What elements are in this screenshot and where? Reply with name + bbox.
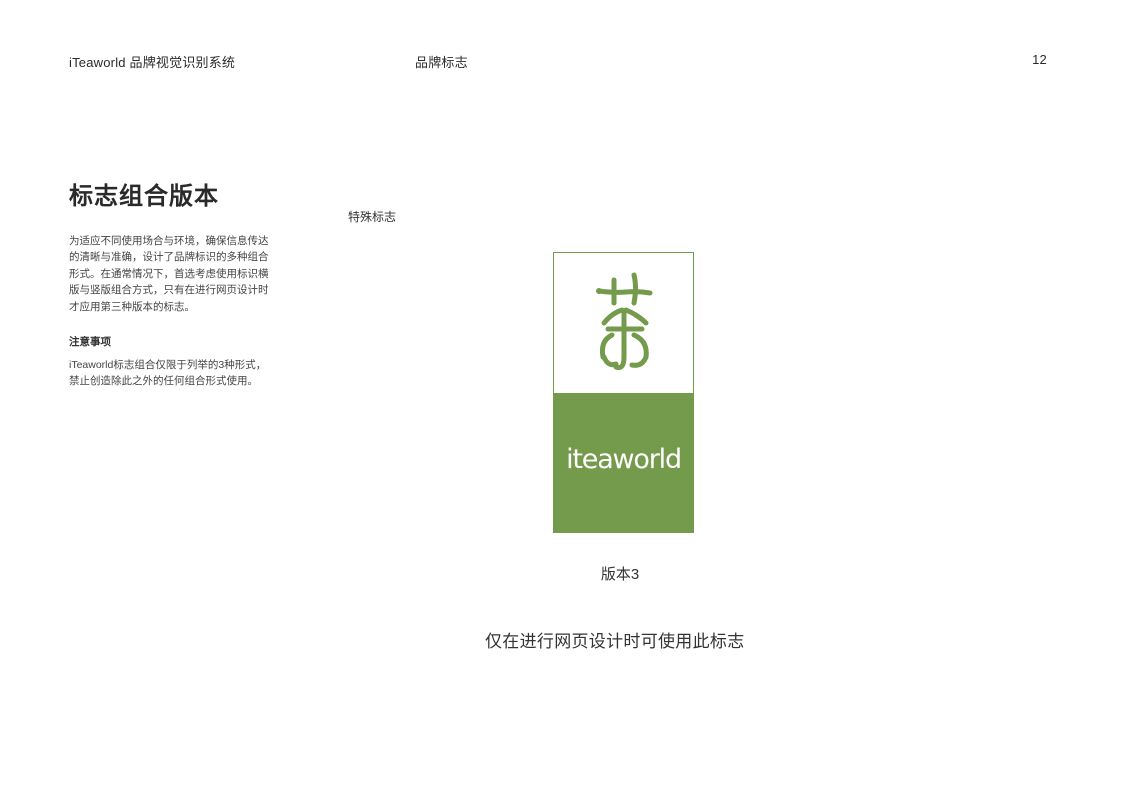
note-paragraph: iTeaworld标志组合仅限于列举的3种形式，禁止创造除此之外的任何组合形式使…	[69, 359, 267, 388]
special-logo-label: 特殊标志	[348, 210, 397, 224]
page-number: 12	[1032, 52, 1047, 67]
note-heading: 注意事项	[69, 336, 111, 348]
version-label: 版本3	[600, 566, 640, 583]
tea-character-logo-icon	[596, 272, 653, 370]
intro-paragraph: 为适应不同使用场合与环境，确保信息传达的清晰与准确，设计了品牌标识的多种组合形式…	[69, 235, 269, 313]
logo-wordmark-area: iteaworld	[554, 393, 693, 532]
logo-dot-left	[596, 288, 602, 294]
header-section-name: 品牌标志	[415, 55, 468, 70]
logo-wordmark: iteaworld	[566, 444, 682, 475]
logo-symbol-area	[554, 253, 693, 393]
logo-version-3-card: iteaworld	[553, 252, 694, 533]
header-brand-title: iTeaworld 品牌视觉识别系统	[69, 55, 236, 70]
section-title: 标志组合版本	[69, 183, 219, 210]
usage-note: 仅在进行网页设计时可使用此标志	[485, 632, 745, 651]
